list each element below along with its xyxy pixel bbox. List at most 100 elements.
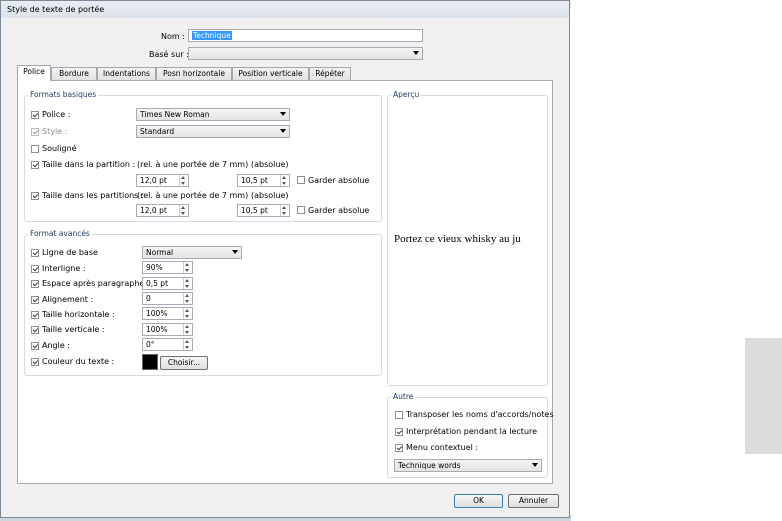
keep-absolute-parts-label: Garder absolue: [308, 206, 370, 215]
stepper-buttons[interactable]: [179, 205, 188, 216]
ok-button[interactable]: OK: [454, 494, 503, 508]
stepper-buttons[interactable]: [183, 339, 192, 350]
absolute-size-part-stepper[interactable]: 10,5 pt: [237, 174, 290, 187]
transpose-checkbox[interactable]: [395, 411, 403, 419]
baseline-checkbox[interactable]: [31, 249, 39, 257]
font-checkbox[interactable]: [31, 111, 39, 119]
text-color-swatch[interactable]: [142, 354, 158, 370]
space-after-value: 0,5 pt: [146, 279, 169, 288]
underline-label: Souligné: [42, 144, 77, 153]
context-menu-select[interactable]: Technique words: [394, 459, 542, 472]
angle-stepper[interactable]: 0°: [142, 338, 193, 351]
horizontal-size-stepper[interactable]: 100%: [142, 307, 193, 320]
text-color-checkbox[interactable]: [31, 358, 39, 366]
baseline-value: Normal: [146, 248, 174, 257]
stepper-buttons[interactable]: [280, 175, 289, 186]
stepper-buttons[interactable]: [280, 205, 289, 216]
stepper-buttons[interactable]: [179, 175, 188, 186]
arrow-down-icon: [185, 285, 189, 288]
tab-posn-horizontale[interactable]: Posn horizontale: [156, 67, 232, 80]
chevron-down-icon: [232, 250, 238, 254]
stepper-buttons[interactable]: [183, 293, 192, 304]
vertical-size-checkbox[interactable]: [31, 326, 39, 334]
interline-stepper[interactable]: 90%: [142, 261, 193, 274]
stepper-buttons[interactable]: [183, 278, 192, 289]
horizontal-size-checkbox[interactable]: [31, 311, 39, 319]
choose-color-button[interactable]: Choisir...: [160, 356, 208, 370]
chevron-down-icon: [532, 463, 538, 467]
arrow-down-icon: [185, 331, 189, 334]
stepper-buttons[interactable]: [183, 262, 192, 273]
vertical-size-value: 100%: [146, 325, 168, 334]
baseline-select[interactable]: Normal: [142, 246, 242, 259]
preview-title: Aperçu: [391, 90, 422, 99]
font-label: Police :: [42, 110, 71, 119]
arrow-up-icon: [185, 309, 189, 312]
arrow-up-icon: [181, 206, 185, 209]
chevron-down-icon: [280, 129, 286, 133]
style-checkbox[interactable]: [31, 128, 39, 136]
space-after-label: Espace après paragraphe :: [42, 279, 150, 288]
background-app-panel: [745, 338, 782, 454]
arrow-down-icon: [185, 346, 189, 349]
dialog-titlebar[interactable]: Style de texte de portée: [1, 1, 569, 18]
angle-checkbox[interactable]: [31, 342, 39, 350]
relative-size-parts-stepper[interactable]: 12,0 pt: [136, 204, 189, 217]
preview-area: Portez ce vieux whisky au ju: [389, 101, 546, 384]
stepper-buttons[interactable]: [183, 324, 192, 335]
arrow-up-icon: [185, 279, 189, 282]
keep-absolute-part-checkbox[interactable]: [297, 176, 305, 184]
space-after-stepper[interactable]: 0,5 pt: [142, 277, 193, 290]
underline-checkbox[interactable]: [31, 145, 39, 153]
arrow-down-icon: [181, 182, 185, 185]
tab-indentations[interactable]: Indentations: [97, 67, 156, 80]
font-select[interactable]: Times New Roman: [136, 108, 290, 121]
angle-label: Angle :: [42, 341, 71, 350]
context-menu-value: Technique words: [398, 461, 461, 470]
arrow-up-icon: [181, 176, 185, 179]
style-select[interactable]: Standard: [136, 125, 290, 138]
keep-absolute-part-label: Garder absolue: [308, 176, 370, 185]
cancel-button[interactable]: Annuler: [508, 494, 559, 508]
basic-formats-title: Formats basiques: [28, 90, 99, 99]
context-menu-checkbox[interactable]: [395, 444, 403, 452]
tab-bordure[interactable]: Bordure: [51, 67, 97, 80]
alignment-stepper[interactable]: 0: [142, 292, 193, 305]
relative-size-part-stepper[interactable]: 12,0 pt: [136, 174, 189, 187]
arrow-up-icon: [282, 176, 286, 179]
tab-police[interactable]: Police: [17, 65, 51, 81]
interline-value: 90%: [146, 263, 163, 272]
arrow-down-icon: [181, 212, 185, 215]
playback-interpretation-label: Interprétation pendant la lecture: [406, 427, 538, 436]
based-on-select[interactable]: [188, 47, 423, 60]
based-on-label: Basé sur :: [149, 50, 189, 59]
name-input[interactable]: Technique: [188, 29, 423, 42]
size-in-parts-checkbox[interactable]: [31, 192, 39, 200]
playback-interpretation-checkbox[interactable]: [395, 428, 403, 436]
absolute-size-label: (absolue): [251, 160, 289, 169]
horizontal-size-value: 100%: [146, 309, 168, 318]
advanced-formats-title: Format avancés: [28, 229, 92, 238]
stepper-buttons[interactable]: [183, 308, 192, 319]
horizontal-size-label: Taille horizontale :: [42, 310, 115, 319]
preview-text: Portez ce vieux whisky au ju: [394, 233, 521, 245]
name-input-value: Technique: [192, 31, 232, 40]
size-in-part-checkbox[interactable]: [31, 161, 39, 169]
relative-size-label: (rel. à une portée de 7 mm): [137, 160, 249, 169]
arrow-down-icon: [282, 212, 286, 215]
relative-size-parts-value: 12,0 pt: [140, 206, 167, 215]
alignment-checkbox[interactable]: [31, 296, 39, 304]
interline-checkbox[interactable]: [31, 265, 39, 273]
keep-absolute-parts-checkbox[interactable]: [297, 206, 305, 214]
arrow-up-icon: [185, 340, 189, 343]
space-after-checkbox[interactable]: [31, 280, 39, 288]
tab-position-verticale[interactable]: Position verticale: [232, 67, 309, 80]
vertical-size-stepper[interactable]: 100%: [142, 323, 193, 336]
absolute-size-parts-stepper[interactable]: 10,5 pt: [237, 204, 290, 217]
size-in-parts-label: Taille dans les partitions :: [42, 191, 144, 200]
style-value: Standard: [140, 127, 175, 136]
staff-text-style-dialog: Style de texte de portée Nom : Technique…: [0, 0, 570, 518]
arrow-up-icon: [185, 325, 189, 328]
font-value: Times New Roman: [140, 110, 210, 119]
tab-repeter[interactable]: Répéter: [309, 67, 351, 80]
